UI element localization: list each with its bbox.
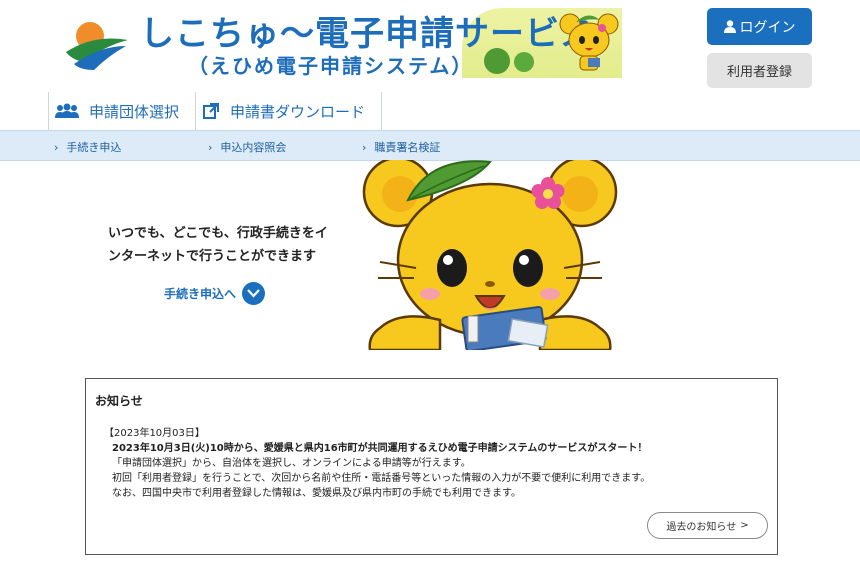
apply-link-label: 手続き申込へ xyxy=(164,287,237,301)
chevron-right-icon: > xyxy=(740,520,749,531)
main-nav: 申請団体選択 申請書ダウンロード xyxy=(48,92,383,130)
register-button[interactable]: 利用者登録 xyxy=(707,53,812,88)
nav-item-label: 申請団体選択 xyxy=(89,102,180,121)
download-icon xyxy=(203,103,220,119)
banner-title: しこちゅ〜電子申請サービス xyxy=(140,14,595,54)
subnav-item-label: 手続き申込 xyxy=(66,141,122,154)
mascot-small-icon xyxy=(559,13,619,71)
sub-nav: › 手続き申込 › 申込内容照会 › 職責署名検証 xyxy=(0,130,860,161)
login-label: ログイン xyxy=(739,19,796,36)
nav-item-organization-select[interactable]: 申請団体選択 xyxy=(48,92,195,130)
news-line: 「申請団体選択」から、自治体を選択し、オンラインによる申請等が行えます。 xyxy=(112,458,471,469)
apply-link[interactable]: 手続き申込へ xyxy=(164,282,266,305)
chevron-right-icon: › xyxy=(54,140,59,154)
nav-item-form-download[interactable]: 申請書ダウンロード xyxy=(195,92,383,130)
subnav-item-inquiry[interactable]: › 申込内容照会 xyxy=(208,139,286,155)
user-icon xyxy=(723,20,736,33)
banner-tree-2 xyxy=(514,52,534,72)
news-title: お知らせ xyxy=(95,394,143,408)
news-headline: 2023年10月3日(火)10時から、愛媛県と県内16市町が共同運用するえひめ電… xyxy=(112,443,648,454)
subnav-item-signature-verify[interactable]: › 職責署名検証 xyxy=(362,139,440,155)
subnav-item-label: 申込内容照会 xyxy=(220,141,287,154)
logo-icon xyxy=(66,22,128,70)
login-button[interactable]: ログイン xyxy=(707,8,812,45)
subnav-item-label: 職責署名検証 xyxy=(374,141,441,154)
past-news-button[interactable]: 過去のお知らせ > xyxy=(647,512,768,539)
news-panel: お知らせ 【2023年10月03日】 2023年10月3日(火)10時から、愛媛… xyxy=(85,378,778,555)
site-logo-banner[interactable]: しこちゅ〜電子申請サービス （えひめ電子申請システム） xyxy=(48,8,622,78)
subnav-item-apply[interactable]: › 手続き申込 xyxy=(54,139,121,155)
group-icon xyxy=(55,103,79,118)
register-label: 利用者登録 xyxy=(726,65,792,80)
mascot-illustration xyxy=(362,160,618,350)
chevron-right-icon: › xyxy=(208,140,213,154)
news-line: 初回「利用者登録」を行うことで、次回から名前や住所・電話番号等といった情報の入力… xyxy=(112,473,651,484)
hero-tagline: いつでも、どこでも、行政手続きをインターネットで行うことができます xyxy=(108,226,328,264)
news-date: 【2023年10月03日】 xyxy=(104,428,205,439)
banner-subtitle: （えひめ電子申請システム） xyxy=(188,54,474,78)
nav-item-label: 申請書ダウンロード xyxy=(230,102,366,121)
news-line: なお、四国中央市で利用者登録した情報は、愛媛県及び県内市町の手続でも利用できます… xyxy=(112,488,521,499)
past-news-label: 過去のお知らせ xyxy=(666,522,737,533)
site-header: しこちゅ〜電子申請サービス （えひめ電子申請システム） ログイン 利用者登録 xyxy=(0,0,860,92)
chevron-down-icon xyxy=(242,282,266,305)
chevron-right-icon: › xyxy=(362,140,367,154)
